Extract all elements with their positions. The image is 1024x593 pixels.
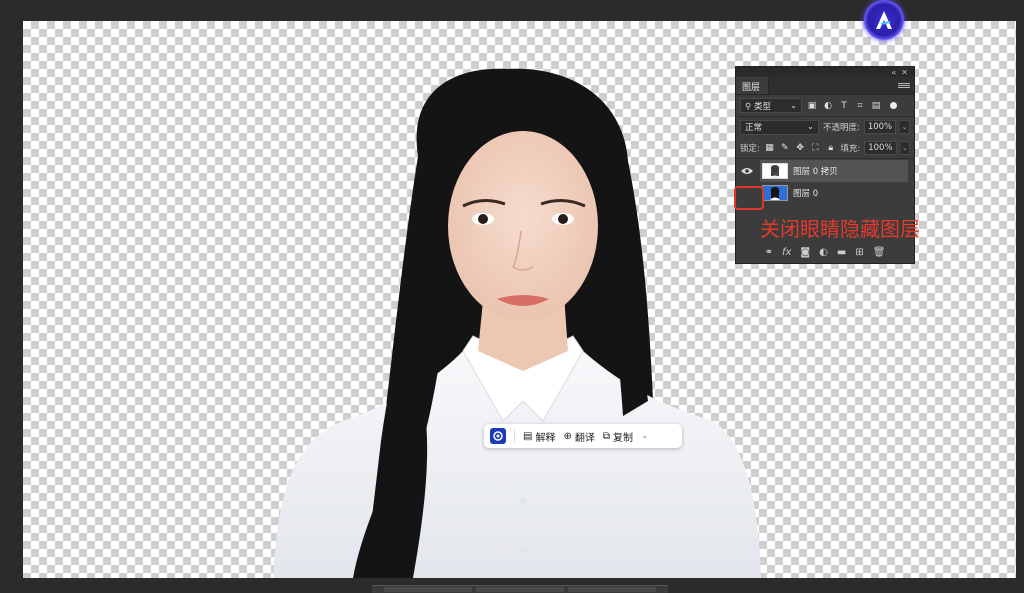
app-assistant-badge[interactable] <box>864 0 904 40</box>
tab-layers[interactable]: 图层 <box>736 77 770 94</box>
copy-button[interactable]: ⧉ 复制 <box>603 429 633 444</box>
layer-name: 图层 0 拷贝 <box>793 167 838 177</box>
photoshop-window: « ✕ 图层 ⚲ 类型 ⌄ ▣ ◐ T ⌗ ▤ 正常 ⌄ 不透明度: 100% <box>0 0 1024 593</box>
layer-style-icon[interactable]: fx <box>782 247 791 258</box>
floating-toolbar: ▤ 解释 ⊕ 翻译 ⧉ 复制 ⌄ <box>484 424 682 448</box>
pixel-filter-icon[interactable]: ▣ <box>806 100 818 112</box>
collapse-icon[interactable]: « <box>891 68 896 77</box>
fill-label: 填充: <box>840 143 861 154</box>
link-layers-icon[interactable]: ⚭ <box>765 247 773 258</box>
highlight-box <box>734 186 764 210</box>
status-segment <box>568 587 656 592</box>
opacity-label: 不透明度: <box>822 123 860 133</box>
lock-row: 锁定: ▦ ✎ ✥ ⛶ 🔒︎ 填充: 100% ⌄ <box>736 137 914 159</box>
lock-label: 锁定: <box>740 143 760 154</box>
explain-icon: ▤ <box>523 430 533 442</box>
globe-icon: ⊕ <box>563 430 572 442</box>
layer-row-original[interactable]: 图层 0 <box>760 182 908 204</box>
layer-row-copy[interactable]: 图层 0 拷贝 <box>760 160 908 182</box>
panel-tabs: 图层 <box>736 77 914 95</box>
chevron-down-icon: ⌄ <box>789 100 797 111</box>
panel-footer: ⚭ fx ◙ ◐ ▬ ⊞ 🗑︎ <box>736 241 914 263</box>
chevron-down-icon: ⌄ <box>806 122 814 132</box>
blend-mode-value: 正常 <box>745 123 763 133</box>
translate-button[interactable]: ⊕ 翻译 <box>563 429 594 444</box>
smart-object-filter-icon[interactable]: ▤ <box>870 100 882 112</box>
shape-filter-icon[interactable]: ⌗ <box>854 100 866 112</box>
close-icon[interactable]: ✕ <box>901 68 908 77</box>
opacity-dropdown[interactable]: ⌄ <box>900 120 910 134</box>
adjustment-filter-icon[interactable]: ◐ <box>822 100 834 112</box>
explain-label: 解释 <box>535 432 556 444</box>
fill-dropdown[interactable]: ⌄ <box>900 140 911 155</box>
layer-filter-row: ⚲ 类型 ⌄ ▣ ◐ T ⌗ ▤ <box>736 95 914 117</box>
lock-artboard-icon[interactable]: ⛶ <box>810 142 821 154</box>
translate-label: 翻译 <box>574 432 595 444</box>
annotation-text: 关闭眼睛隐藏图层 <box>760 217 920 241</box>
bottom-status-strip <box>372 585 668 593</box>
status-segment <box>476 587 564 592</box>
opacity-input[interactable]: 100% <box>863 120 897 134</box>
lock-all-icon[interactable]: 🔒︎ <box>825 142 836 154</box>
new-group-icon[interactable]: ▬ <box>837 247 846 258</box>
lock-transparent-icon[interactable]: ▦ <box>764 142 775 154</box>
panel-titlebar: « ✕ <box>736 67 914 77</box>
new-layer-icon[interactable]: ⊞ <box>855 247 863 258</box>
explain-button[interactable]: ▤ 解释 <box>523 429 555 444</box>
delete-layer-icon[interactable]: 🗑︎ <box>873 247 886 258</box>
copy-label: 复制 <box>612 432 633 444</box>
app-logo-icon <box>876 11 892 29</box>
assistant-logo-icon[interactable] <box>490 428 506 444</box>
separator <box>514 430 515 442</box>
filter-toggle[interactable] <box>890 102 897 109</box>
lock-image-icon[interactable]: ✎ <box>779 142 790 154</box>
blend-row: 正常 ⌄ 不透明度: 100% ⌄ <box>736 117 914 137</box>
lock-position-icon[interactable]: ✥ <box>794 142 805 154</box>
search-icon: ⚲ <box>745 101 752 112</box>
fill-input[interactable]: 100% <box>864 140 897 155</box>
chevron-down-icon[interactable]: ⌄ <box>641 431 649 441</box>
adjustment-layer-icon[interactable]: ◐ <box>819 247 828 258</box>
panel-menu-icon[interactable] <box>898 77 914 94</box>
blend-mode-select[interactable]: 正常 ⌄ <box>740 119 819 135</box>
filter-kind-select[interactable]: ⚲ 类型 ⌄ <box>740 98 802 113</box>
layer-mask-icon[interactable]: ◙ <box>800 247 810 258</box>
status-segment <box>384 587 472 592</box>
layer-thumbnail <box>762 185 788 201</box>
type-filter-icon[interactable]: T <box>838 100 850 112</box>
layer-thumbnail <box>762 163 788 179</box>
layer-name: 图层 0 <box>793 189 819 199</box>
eye-icon[interactable] <box>740 164 754 178</box>
filter-kind-value: 类型 <box>753 101 771 112</box>
copy-icon: ⧉ <box>602 430 610 442</box>
